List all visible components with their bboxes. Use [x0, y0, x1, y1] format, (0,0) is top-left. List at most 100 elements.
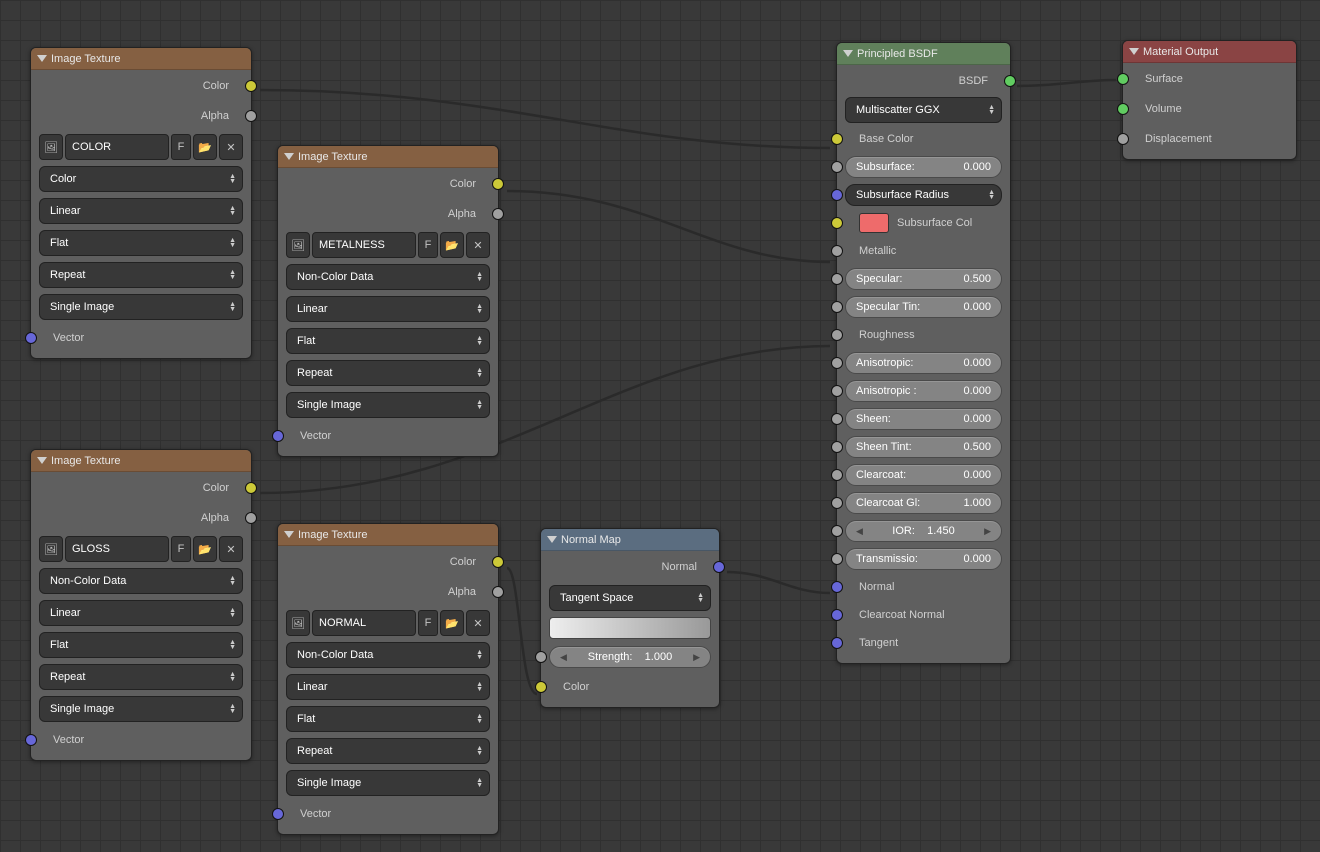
uvmap-field[interactable]	[549, 617, 711, 639]
image-name[interactable]: GLOSS	[65, 536, 169, 562]
fake-user-button[interactable]: F	[418, 232, 438, 258]
unlink-icon[interactable]: ✕	[466, 232, 490, 258]
colorspace-select[interactable]: Non-Color Data▲▼	[286, 642, 490, 668]
node-header[interactable]: Image Texture	[31, 48, 251, 70]
socket-anisotropic-in[interactable]	[831, 357, 843, 369]
extension-select[interactable]: Repeat▲▼	[39, 664, 243, 690]
source-select[interactable]: Single Image▲▼	[39, 696, 243, 722]
node-image-texture-color[interactable]: Image Texture Color Alpha 🖼 COLOR F 📂 ✕ …	[30, 47, 252, 359]
image-icon[interactable]: 🖼	[286, 232, 310, 258]
socket-surface-in[interactable]	[1117, 73, 1129, 85]
socket-alpha-out[interactable]	[492, 208, 504, 220]
collapse-icon[interactable]	[37, 457, 47, 464]
colorspace-select[interactable]: Non-Color Data▲▼	[39, 568, 243, 594]
socket-tangent-in[interactable]	[831, 637, 843, 649]
projection-select[interactable]: Flat▲▼	[286, 328, 490, 354]
node-header[interactable]: Image Texture	[31, 450, 251, 472]
interpolation-select[interactable]: Linear▲▼	[286, 674, 490, 700]
node-header[interactable]: Image Texture	[278, 524, 498, 546]
socket-clearcoat-in[interactable]	[831, 469, 843, 481]
socket-specular-in[interactable]	[831, 273, 843, 285]
interpolation-select[interactable]: Linear▲▼	[39, 600, 243, 626]
image-icon[interactable]: 🖼	[39, 536, 63, 562]
specular-slider[interactable]: Specular:0.500	[845, 268, 1002, 290]
open-file-icon[interactable]: 📂	[440, 610, 464, 636]
subsurface-radius-field[interactable]: Subsurface Radius▲▼	[845, 184, 1002, 206]
socket-strength-in[interactable]	[535, 651, 547, 663]
socket-normal-in[interactable]	[831, 581, 843, 593]
socket-alpha-out[interactable]	[245, 110, 257, 122]
socket-vector-in[interactable]	[272, 430, 284, 442]
image-name[interactable]: NORMAL	[312, 610, 416, 636]
clearcoatgloss-slider[interactable]: Clearcoat Gl:1.000	[845, 492, 1002, 514]
socket-displacement-in[interactable]	[1117, 133, 1129, 145]
clearcoat-slider[interactable]: Clearcoat:0.000	[845, 464, 1002, 486]
socket-subsurfradius-in[interactable]	[831, 189, 843, 201]
socket-vector-in[interactable]	[272, 808, 284, 820]
node-header[interactable]: Material Output	[1123, 41, 1296, 63]
socket-normal-out[interactable]	[713, 561, 725, 573]
node-image-texture-normal[interactable]: Image Texture Color Alpha 🖼 NORMAL F 📂 ✕…	[277, 523, 499, 835]
socket-color-out[interactable]	[245, 482, 257, 494]
collapse-icon[interactable]	[284, 153, 294, 160]
collapse-icon[interactable]	[1129, 48, 1139, 55]
socket-volume-in[interactable]	[1117, 103, 1129, 115]
collapse-icon[interactable]	[843, 50, 853, 57]
node-header[interactable]: Principled BSDF	[837, 43, 1010, 65]
source-select[interactable]: Single Image▲▼	[286, 392, 490, 418]
node-header[interactable]: Normal Map	[541, 529, 719, 551]
open-file-icon[interactable]: 📂	[193, 536, 217, 562]
collapse-icon[interactable]	[284, 531, 294, 538]
speculartint-slider[interactable]: Specular Tin:0.000	[845, 296, 1002, 318]
anisotropic-rotation-slider[interactable]: Anisotropic :0.000	[845, 380, 1002, 402]
node-normal-map[interactable]: Normal Map Normal Tangent Space▲▼ ◀Stren…	[540, 528, 720, 708]
extension-select[interactable]: Repeat▲▼	[286, 360, 490, 386]
image-selector[interactable]: 🖼 COLOR F 📂 ✕	[39, 134, 243, 160]
node-material-output[interactable]: Material Output Surface Volume Displacem…	[1122, 40, 1297, 160]
socket-color-out[interactable]	[492, 556, 504, 568]
interpolation-select[interactable]: Linear▲▼	[39, 198, 243, 224]
collapse-icon[interactable]	[37, 55, 47, 62]
socket-alpha-out[interactable]	[245, 512, 257, 524]
fake-user-button[interactable]: F	[171, 536, 191, 562]
image-icon[interactable]: 🖼	[286, 610, 310, 636]
unlink-icon[interactable]: ✕	[219, 536, 243, 562]
image-selector[interactable]: 🖼 METALNESS F 📂 ✕	[286, 232, 490, 258]
fake-user-button[interactable]: F	[418, 610, 438, 636]
socket-transmission-in[interactable]	[831, 553, 843, 565]
socket-color-out[interactable]	[492, 178, 504, 190]
ior-slider[interactable]: ◀IOR: 1.450▶	[845, 520, 1002, 542]
socket-subsurfcolor-in[interactable]	[831, 217, 843, 229]
socket-clearcoatnormal-in[interactable]	[831, 609, 843, 621]
collapse-icon[interactable]	[547, 536, 557, 543]
open-file-icon[interactable]: 📂	[440, 232, 464, 258]
subsurface-slider[interactable]: Subsurface:0.000	[845, 156, 1002, 178]
socket-speculartint-in[interactable]	[831, 301, 843, 313]
socket-sheentint-in[interactable]	[831, 441, 843, 453]
socket-color-out[interactable]	[245, 80, 257, 92]
space-select[interactable]: Tangent Space▲▼	[549, 585, 711, 611]
socket-anisorot-in[interactable]	[831, 385, 843, 397]
socket-vector-in[interactable]	[25, 332, 37, 344]
socket-subsurface-in[interactable]	[831, 161, 843, 173]
node-image-texture-gloss[interactable]: Image Texture Color Alpha 🖼 GLOSS F 📂 ✕ …	[30, 449, 252, 761]
colorspace-select[interactable]: Color▲▼	[39, 166, 243, 192]
sheentint-slider[interactable]: Sheen Tint:0.500	[845, 436, 1002, 458]
socket-bsdf-out[interactable]	[1004, 75, 1016, 87]
projection-select[interactable]: Flat▲▼	[286, 706, 490, 732]
socket-roughness-in[interactable]	[831, 329, 843, 341]
open-file-icon[interactable]: 📂	[193, 134, 217, 160]
image-name[interactable]: COLOR	[65, 134, 169, 160]
socket-ior-in[interactable]	[831, 525, 843, 537]
extension-select[interactable]: Repeat▲▼	[39, 262, 243, 288]
socket-sheen-in[interactable]	[831, 413, 843, 425]
socket-alpha-out[interactable]	[492, 586, 504, 598]
projection-select[interactable]: Flat▲▼	[39, 230, 243, 256]
interpolation-select[interactable]: Linear▲▼	[286, 296, 490, 322]
node-principled-bsdf[interactable]: Principled BSDF BSDF Multiscatter GGX▲▼ …	[836, 42, 1011, 664]
image-icon[interactable]: 🖼	[39, 134, 63, 160]
anisotropic-slider[interactable]: Anisotropic:0.000	[845, 352, 1002, 374]
socket-metallic-in[interactable]	[831, 245, 843, 257]
projection-select[interactable]: Flat▲▼	[39, 632, 243, 658]
image-name[interactable]: METALNESS	[312, 232, 416, 258]
